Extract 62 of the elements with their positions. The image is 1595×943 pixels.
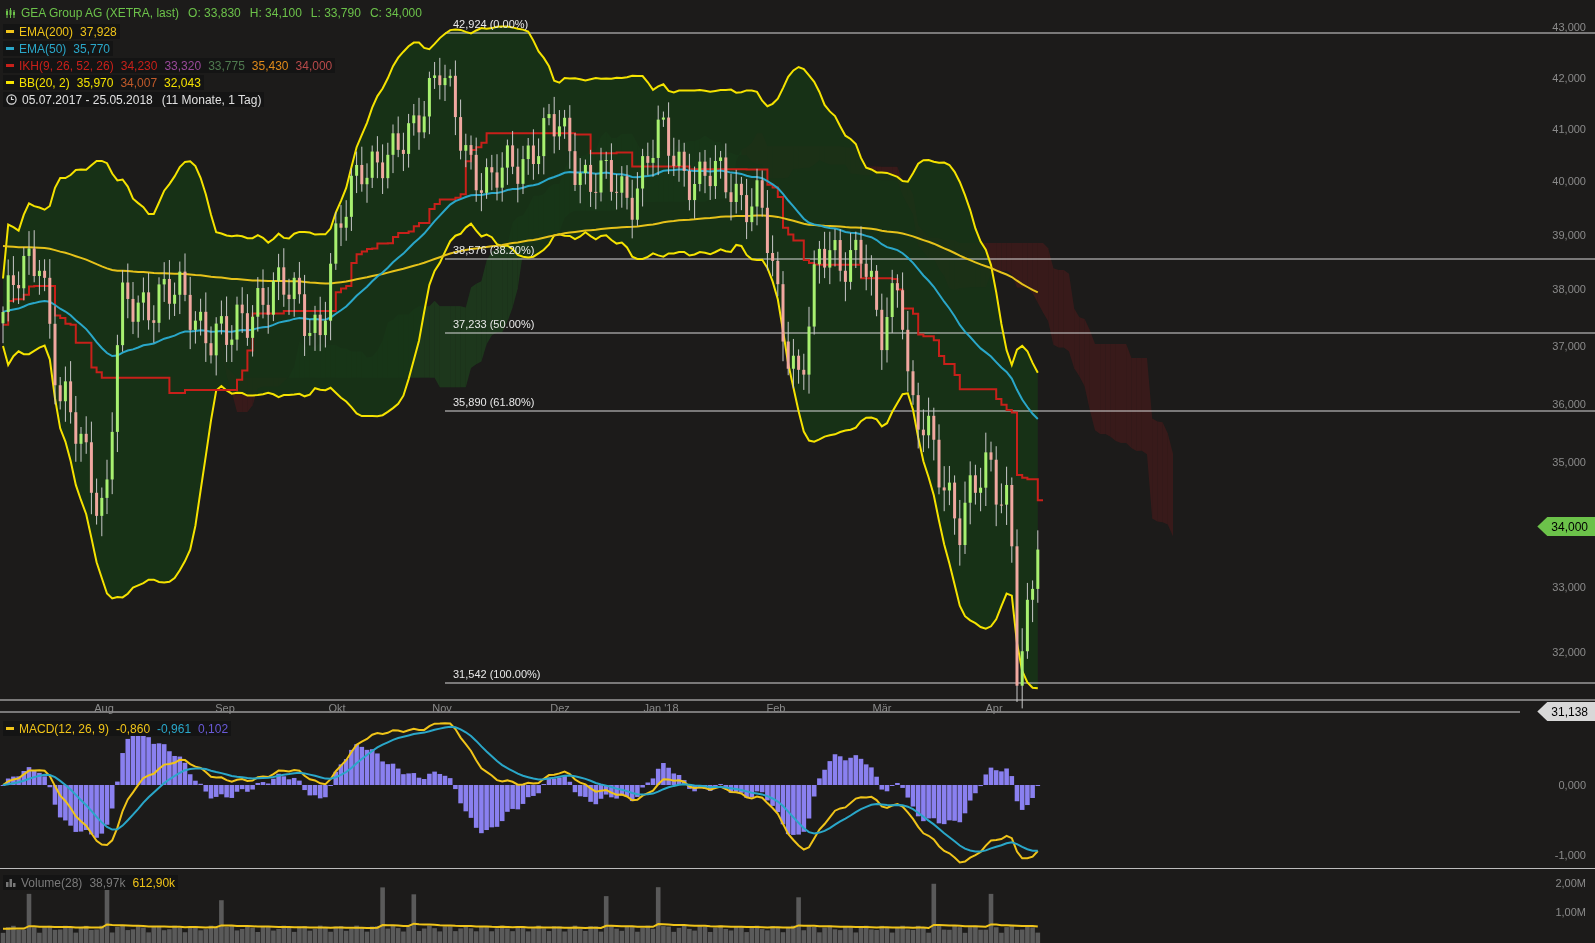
date-axis-label: Nov: [432, 703, 452, 714]
period-range: 05.07.2017 - 25.05.2018: [22, 91, 153, 109]
date-axis-label: Jan '18: [643, 703, 679, 714]
indicator-value: 33,320: [164, 57, 202, 75]
cursor-price-marker: 31,138: [1537, 702, 1595, 721]
bar-chart-icon: [6, 878, 16, 887]
macd-axis-label: -1,000: [1554, 850, 1586, 861]
macd-value: -0,860: [116, 720, 151, 738]
price-axis-label: 38,000: [1552, 284, 1586, 295]
candlestick-icon: [5, 7, 16, 19]
clock-icon: [6, 94, 17, 105]
indicator-value: 32,043: [164, 74, 201, 92]
volume-value: 612,90k: [132, 874, 176, 892]
ohlc-value: O: 33,830: [188, 5, 241, 22]
macd-label: MACD(12, 26, 9): [19, 720, 110, 738]
fibonacci-level-label: 35,890 (61.80%): [453, 397, 535, 408]
date-axis-label: Okt: [328, 703, 346, 714]
indicator-value: 35,430: [251, 57, 289, 75]
date-axis-label: Aug: [94, 703, 114, 714]
ohlc-value: H: 34,100: [249, 5, 302, 22]
date-axis-label: Sep: [215, 703, 235, 714]
last-price-marker: 34,000: [1537, 517, 1595, 536]
date-axis-label: Dez: [550, 703, 570, 714]
indicator-label: EMA(50): [19, 40, 67, 58]
price-axis-label: 39,000: [1552, 230, 1586, 241]
date-axis-label: Feb: [766, 703, 786, 714]
indicator-value: 37,928: [80, 23, 117, 41]
period-duration: (11 Monate, 1 Tag): [161, 91, 262, 109]
volume-axis-label: 2,00M: [1555, 878, 1586, 889]
indicator-value: 34,230: [120, 57, 158, 75]
indicator-label: BB(20, 2): [19, 74, 70, 92]
fibonacci-level-label: 37,233 (50.00%): [453, 319, 535, 330]
indicator-value: 35,770: [73, 40, 111, 58]
macd-axis-label: 0,000: [1558, 780, 1586, 791]
volume-axis-label: 1,00M: [1555, 907, 1586, 918]
date-axis-label: Mär: [872, 703, 892, 714]
fibonacci-level-label: 42,924 (0.00%): [453, 19, 529, 30]
indicator-label: IKH(9, 26, 52, 26): [19, 57, 114, 75]
volume-label: Volume(28): [21, 874, 83, 892]
price-axis-label: 33,000: [1552, 582, 1586, 593]
macd-value: -0,961: [157, 720, 192, 738]
price-axis-label: 41,000: [1552, 124, 1586, 135]
price-axis-label: 32,000: [1552, 647, 1586, 658]
fibonacci-level-label: 31,542 (100.00%): [453, 669, 541, 680]
indicator-value: 35,970: [76, 74, 114, 92]
volume-value: 38,97k: [89, 874, 126, 892]
price-axis-label: 43,000: [1552, 22, 1586, 33]
indicator-value: 34,000: [295, 57, 333, 75]
price-axis-label: 35,000: [1552, 457, 1586, 468]
indicator-label: EMA(200): [19, 23, 74, 41]
price-axis-label: 37,000: [1552, 341, 1586, 352]
instrument-name: GEA Group AG (XETRA, last): [21, 5, 180, 22]
date-axis-label: Apr: [985, 703, 1003, 714]
ohlc-value: L: 33,790: [310, 5, 361, 22]
price-axis-label: 36,000: [1552, 399, 1586, 410]
price-axis-label: 40,000: [1552, 176, 1586, 187]
ohlc-value: C: 34,000: [369, 5, 422, 22]
macd-swatch-icon: [6, 727, 14, 730]
indicator-value: 33,775: [208, 57, 245, 75]
indicator-value: 34,007: [120, 74, 158, 92]
price-axis-label: 42,000: [1552, 73, 1586, 84]
macd-value: 0,102: [198, 720, 229, 738]
